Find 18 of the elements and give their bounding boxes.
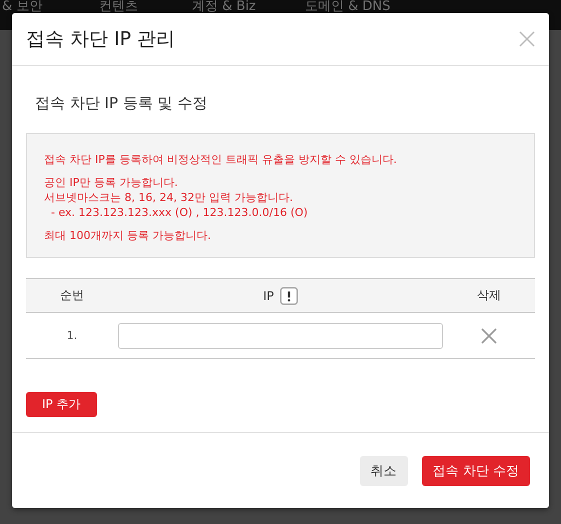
notice-text: - ex. 123.123.123.xxx (O) , 123.123.0.0/16 (O) [50, 205, 309, 220]
submit-button[interactable]: 접속 차단 수정 [422, 456, 530, 486]
ip-input-field[interactable] [118, 322, 443, 348]
exclamation-icon[interactable] [280, 286, 298, 304]
notice-text: 접속 차단 IP를 등록하여 비정상적인 트래픽 유출을 방지할 수 있습니다. [44, 152, 398, 167]
cancel-button[interactable]: 취소 [360, 456, 408, 486]
close-icon[interactable] [519, 31, 535, 47]
section-title: 접속 차단 IP 등록 및 수정 [35, 94, 208, 113]
row-number: 1. [66, 329, 78, 342]
column-header: 순번 [59, 287, 85, 304]
notice-text: 공인 IP만 등록 가능합니다. [44, 175, 179, 190]
delete-icon[interactable] [481, 328, 497, 344]
column-header: IP [263, 288, 274, 302]
column-header: 삭제 [476, 287, 502, 304]
notice-text: 서브넷마스크는 8, 16, 24, 32만 입력 가능합니다. [44, 190, 294, 205]
dialog-title: 접속 차단 IP 관리 [26, 27, 176, 52]
add-ip-button[interactable]: IP 추가 [26, 392, 97, 417]
notice-text: 최대 100개까지 등록 가능합니다. [44, 228, 212, 243]
